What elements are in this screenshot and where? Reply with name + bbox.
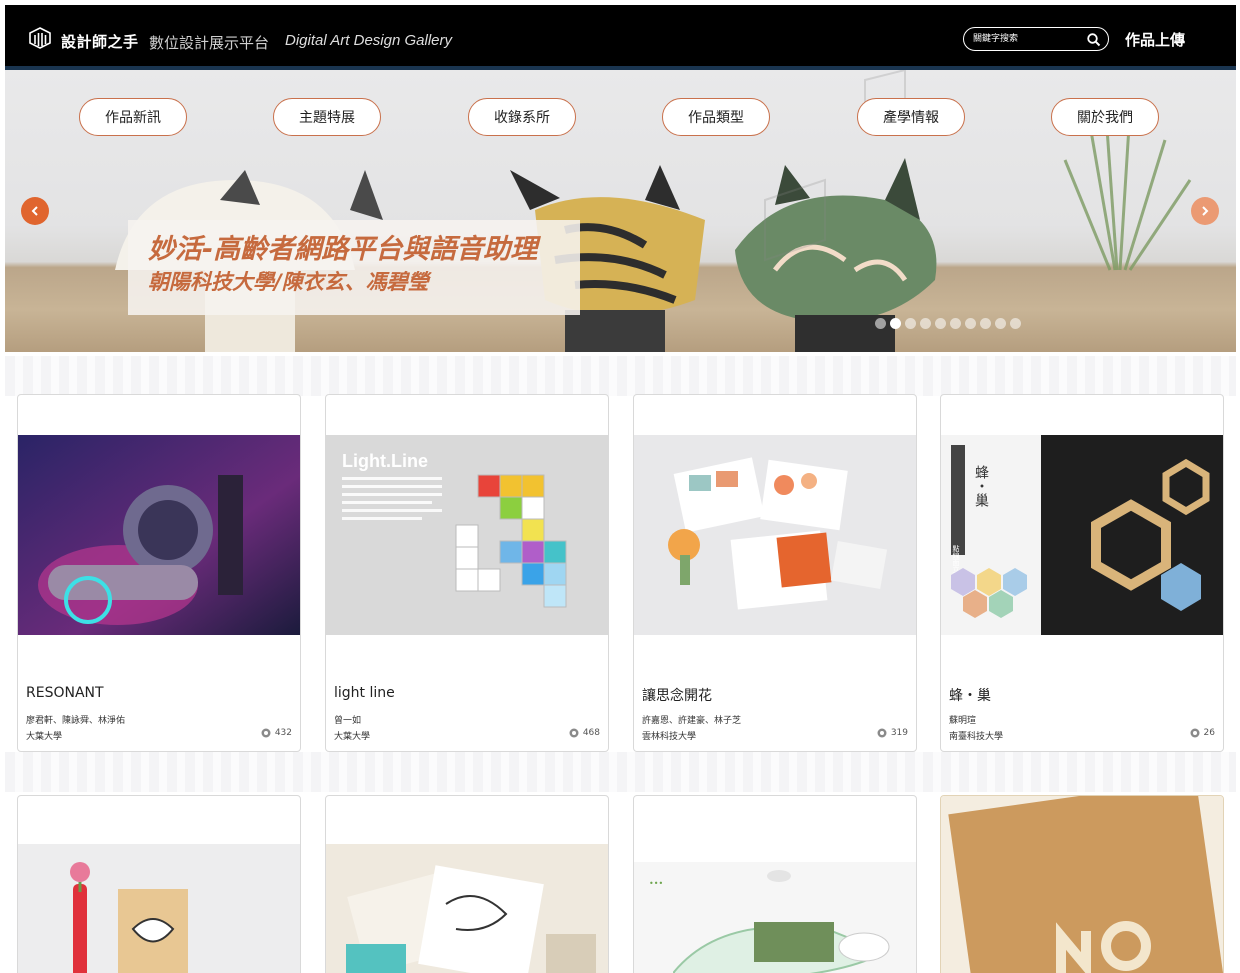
card-views: 319 [877,728,908,738]
hero-caption[interactable]: 妙活-高齡者網路平台與語音助理 朝陽科技大學/陳衣玄、馮碧瑩 [128,220,580,315]
nav-item-news[interactable]: 作品新訊 [79,98,187,136]
pattern-band [5,356,1236,396]
search-box [963,27,1109,51]
card-title: RESONANT [26,685,104,701]
site-subtitle: 數位設計展示平台 [149,34,270,52]
nav-item-departments[interactable]: 收錄系所 [468,98,576,136]
carousel-prev-button[interactable] [21,197,49,225]
hero-carousel: 作品新訊 主題特展 收錄系所 作品類型 產學情報 關於我們 妙活-高齡者網路平台… [5,70,1236,352]
card-image [18,435,300,635]
work-card[interactable] [940,795,1224,973]
pattern-band [5,752,1236,792]
card-school: 大葉大學 [26,732,63,742]
svg-text:•••: ••• [649,879,663,888]
work-card[interactable]: Light.Line light line 曾一如 大葉大學 468 [325,394,609,752]
chevron-left-icon [31,206,38,216]
nav-item-work-types[interactable]: 作品類型 [662,98,770,136]
logo-icon[interactable] [29,27,51,49]
card-image: 點線面立體 蜂・巢 [941,435,1223,635]
card-image-heading: Light.Line [342,451,428,471]
nav-item-exhibitions[interactable]: 主題特展 [273,98,381,136]
nav-item-industry-info[interactable]: 產學情報 [857,98,965,136]
carousel-dot[interactable] [920,318,931,329]
carousel-dot[interactable] [935,318,946,329]
card-school: 南臺科技大學 [949,732,1004,742]
eye-icon [569,728,579,738]
card-view-count: 432 [274,728,292,738]
top-bar: 設計師之手 數位設計展示平台 Digital Art Design Galler… [5,5,1236,67]
hero-subtitle: 朝陽科技大學/陳衣玄、馮碧瑩 [148,270,429,294]
card-image [326,844,608,973]
carousel-dot[interactable] [950,318,961,329]
card-views: 468 [569,728,600,738]
search-input[interactable] [973,32,1083,46]
card-title: 蜂・巢 [949,688,991,704]
eye-icon [877,728,887,738]
upload-work-link[interactable]: 作品上傳 [1125,29,1185,50]
card-views: 432 [261,728,292,738]
card-view-count: 26 [1203,728,1215,738]
carousel-dot[interactable] [875,318,886,329]
site-english-title: Digital Art Design Gallery [285,32,452,49]
work-card[interactable] [17,795,301,973]
carousel-dot[interactable] [890,318,901,329]
work-card[interactable]: 讓思念開花 許嘉恩、許建豪、林子芝 雲林科技大學 319 [633,394,917,752]
card-view-count: 468 [582,728,600,738]
card-image [941,796,1223,973]
nav-item-about-us[interactable]: 關於我們 [1051,98,1159,136]
card-image-heading: 蜂・巢 [973,465,989,507]
chevron-right-icon [1202,206,1209,216]
eye-icon [1190,728,1200,738]
carousel-dot[interactable] [965,318,976,329]
card-authors: 蘇明瑄 [949,716,977,726]
card-view-count: 319 [890,728,908,738]
hero-title: 妙活-高齡者網路平台與語音助理 [148,234,538,265]
card-authors: 曾一如 [334,716,362,726]
work-card[interactable]: RESONANT 廖君軒、陳詠舜、林淨佑 大葉大學 432 [17,394,301,752]
card-title: light line [334,685,395,701]
card-image [634,435,916,635]
card-school: 雲林科技大學 [642,732,697,742]
carousel-dot[interactable] [1010,318,1021,329]
card-image: Light.Line [326,435,608,635]
work-card[interactable]: 點線面立體 蜂・巢 蜂・巢 蘇明瑄 南臺科技大學 26 [940,394,1224,752]
work-card[interactable]: ••• [633,795,917,973]
eye-icon [261,728,271,738]
card-views: 26 [1190,728,1215,738]
card-image [18,844,300,973]
card-authors: 廖君軒、陳詠舜、林淨佑 [26,716,126,726]
work-card[interactable] [325,795,609,973]
card-title: 讓思念開花 [642,688,712,704]
carousel-next-button[interactable] [1191,197,1219,225]
site-title[interactable]: 設計師之手 [61,31,139,52]
card-image: ••• [634,862,916,973]
carousel-dot[interactable] [905,318,916,329]
carousel-dots [875,318,1021,330]
card-authors: 許嘉恩、許建豪、林子芝 [642,716,742,726]
card-school: 大葉大學 [334,732,371,742]
search-icon[interactable] [1086,32,1102,48]
carousel-dot[interactable] [980,318,991,329]
carousel-dot[interactable] [995,318,1006,329]
